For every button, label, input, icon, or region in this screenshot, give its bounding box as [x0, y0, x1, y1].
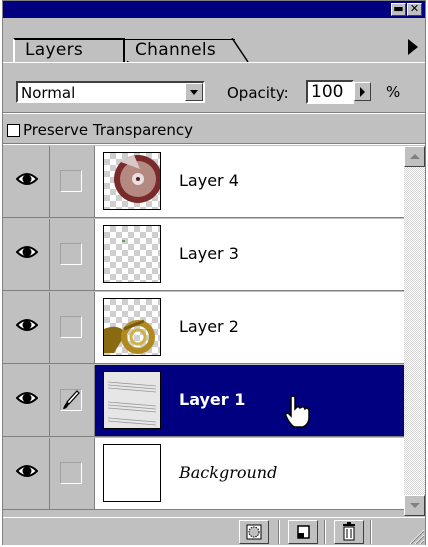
layer-thumbnail — [103, 444, 161, 502]
edit-cell[interactable] — [50, 292, 95, 363]
tab-channels[interactable]: Channels — [125, 39, 235, 61]
edit-cell[interactable] — [50, 365, 95, 436]
tab-label: Layers — [25, 40, 84, 60]
layers-scrollbar[interactable] — [404, 146, 425, 516]
opacity-unit: % — [386, 83, 401, 101]
visibility-cell[interactable] — [3, 219, 50, 290]
layers-list: Layer 4 Layer 3 Layer 2 Layer 1 Backgrou… — [3, 146, 404, 516]
layer-main[interactable]: Layer 2 — [95, 292, 404, 363]
blend-options-row: Normal Opacity: 100 % — [3, 76, 425, 106]
layer-row[interactable]: Layer 2 — [3, 292, 404, 364]
sheet-music-icon — [104, 372, 160, 428]
layer-name: Background — [179, 463, 278, 482]
layer-thumbnail — [103, 225, 161, 283]
minimize-button[interactable]: ▬ — [391, 3, 406, 16]
eye-icon — [16, 465, 38, 477]
scroll-down-arrow-icon[interactable] — [404, 495, 425, 516]
hand-cursor-icon — [285, 395, 310, 428]
tab-label: Channels — [135, 40, 217, 60]
palette-title-bar[interactable]: ▬ ✕ — [3, 1, 425, 18]
minimize-icon: ▬ — [393, 2, 404, 15]
layer-row[interactable]: Layer 4 — [3, 146, 404, 218]
layer-main[interactable]: Layer 3 — [95, 219, 404, 290]
blend-mode-value: Normal — [21, 84, 76, 102]
layer-thumbnail — [103, 152, 161, 210]
eye-icon — [16, 392, 38, 404]
divider — [3, 112, 425, 114]
layer-mask-button[interactable] — [239, 520, 269, 544]
delete-layer-button[interactable] — [334, 520, 364, 544]
layer-main[interactable]: Background — [95, 438, 404, 509]
layers-palette: ▬ ✕ Layers Channels Normal Opacity: 100 — [2, 0, 426, 545]
layer-row-selected[interactable]: Layer 1 — [3, 365, 404, 437]
visibility-cell[interactable] — [3, 146, 50, 217]
edit-empty-box — [60, 462, 82, 484]
edit-brush-box — [60, 389, 82, 411]
layer-name: Layer 1 — [179, 390, 246, 409]
close-button[interactable]: ✕ — [407, 3, 422, 16]
edit-cell[interactable] — [50, 438, 95, 509]
eye-icon — [16, 319, 38, 331]
divider — [3, 143, 425, 145]
speck-icon — [122, 240, 125, 242]
french-horn-icon — [104, 319, 155, 354]
layer-name: Layer 4 — [179, 171, 239, 190]
resize-grip-icon[interactable] — [407, 527, 425, 545]
eye-icon — [16, 173, 38, 185]
scroll-up-arrow-icon[interactable] — [404, 146, 425, 167]
tab-strip: Layers Channels — [3, 18, 425, 63]
opacity-input[interactable]: 100 — [306, 80, 354, 104]
layer-main[interactable]: Layer 1 — [95, 365, 404, 436]
tab-layers[interactable]: Layers — [13, 38, 125, 62]
mask-icon — [246, 524, 262, 540]
disc-icon — [114, 155, 160, 203]
visibility-cell[interactable] — [3, 292, 50, 363]
eye-icon — [16, 246, 38, 258]
preserve-transparency-label[interactable]: Preserve Transparency — [23, 121, 193, 139]
tab-baseline — [3, 62, 425, 63]
edit-empty-box — [60, 170, 82, 192]
layer-main[interactable]: Layer 4 — [95, 146, 404, 217]
edit-cell[interactable] — [50, 146, 95, 217]
layer-thumbnail — [103, 298, 161, 356]
paintbrush-icon — [63, 390, 80, 409]
opacity-label: Opacity: — [227, 84, 289, 102]
close-icon: ✕ — [409, 2, 420, 15]
opacity-value: 100 — [311, 82, 344, 102]
layer-name: Layer 3 — [179, 244, 239, 263]
preserve-transparency-checkbox[interactable] — [7, 124, 20, 137]
edit-cell[interactable] — [50, 219, 95, 290]
divider — [370, 520, 372, 544]
layer-thumbnail — [103, 371, 161, 429]
edit-empty-box — [60, 316, 82, 338]
divider — [278, 520, 280, 544]
layer-name: Layer 2 — [179, 317, 239, 336]
new-layer-button[interactable] — [288, 520, 318, 544]
visibility-cell[interactable] — [3, 438, 50, 509]
palette-footer — [3, 517, 425, 545]
opacity-slider-button[interactable] — [354, 82, 371, 101]
divider — [324, 520, 326, 544]
layer-row[interactable]: Layer 3 — [3, 219, 404, 291]
preserve-transparency-row: Preserve Transparency — [3, 118, 425, 142]
chevron-down-icon[interactable] — [185, 83, 203, 101]
tab-edge-icon — [231, 38, 249, 63]
layer-row[interactable]: Background — [3, 438, 404, 510]
blend-mode-select[interactable]: Normal — [16, 81, 205, 103]
visibility-cell[interactable] — [3, 365, 50, 436]
new-layer-icon — [297, 525, 310, 539]
edit-empty-box — [60, 243, 82, 265]
trash-icon — [343, 522, 355, 541]
panel-menu-arrow-icon[interactable] — [408, 39, 418, 55]
